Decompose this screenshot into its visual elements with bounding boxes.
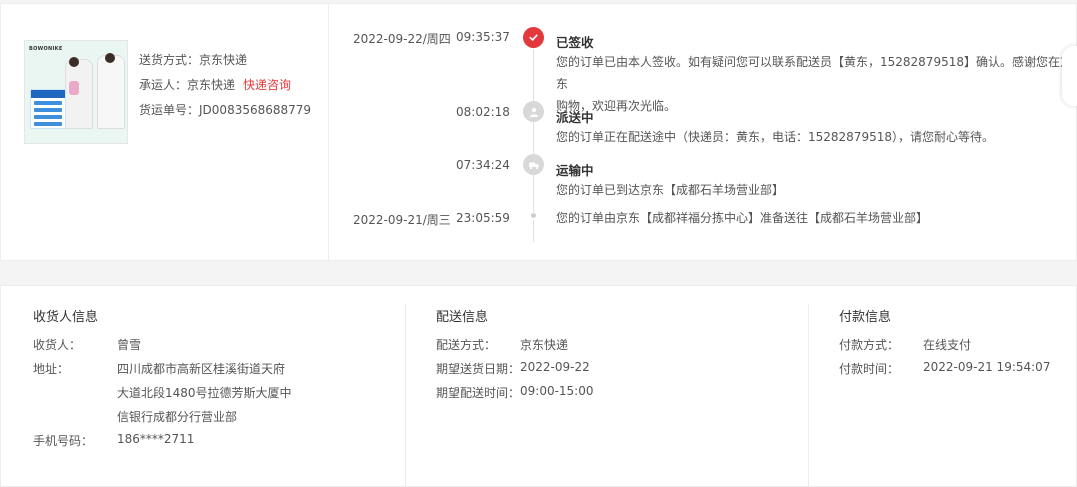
dot-icon bbox=[531, 213, 536, 218]
shipping-method-value: 京东快递 bbox=[199, 53, 248, 67]
timeline-connector bbox=[533, 122, 534, 157]
payment-time-value: 2022-09-21 19:54:07 bbox=[923, 360, 1051, 374]
payment-method-label: 付款方式： bbox=[839, 338, 900, 352]
payment-info-title: 付款信息 bbox=[839, 310, 892, 325]
check-icon bbox=[523, 27, 544, 48]
delivery-method-label: 配送方式： bbox=[436, 338, 497, 352]
timeline-date: 2022-09-21/周三 bbox=[353, 213, 451, 227]
timeline-status: 运输中 bbox=[556, 163, 594, 178]
consignee-name-value: 曾雪 bbox=[117, 338, 142, 352]
timeline-status: 派送中 bbox=[556, 110, 594, 125]
delivery-info-section: 配送信息 配送方式： 京东快递 期望送货日期： 2022-09-22 期望配送时… bbox=[406, 286, 808, 487]
timeline-description-line: 购物，欢迎再次光临。 bbox=[556, 99, 677, 113]
consignee-name-label: 收货人： bbox=[33, 338, 82, 352]
waybill-number: JD0083568688779 bbox=[199, 103, 312, 117]
carrier-label: 承运人： bbox=[139, 78, 188, 92]
expected-date-value: 2022-09-22 bbox=[520, 360, 590, 374]
timeline-description-line: 您的订单已由本人签收。如有疑问您可以联系配送员【黄东，15282879518】确… bbox=[556, 55, 1072, 91]
payment-time-label: 付款时间： bbox=[839, 362, 900, 376]
courier-consult-link[interactable]: 快递咨询 bbox=[243, 78, 291, 92]
address-line: 大道北段1480号拉德芳斯大厦中 bbox=[117, 386, 292, 400]
shipping-method-label: 送货方式： bbox=[139, 53, 200, 67]
payment-method-value: 在线支付 bbox=[923, 338, 972, 352]
timeline-status: 已签收 bbox=[556, 35, 594, 50]
consignee-info-section: 收货人信息 收货人： 曾雪 地址： 四川成都市高新区桂溪街道天府 大道北段148… bbox=[1, 286, 405, 487]
address-label: 地址： bbox=[33, 362, 70, 376]
timeline-description-line: 您的订单由京东【成都祥福分拣中心】准备送往【成都石羊场营业部】 bbox=[556, 211, 929, 225]
product-thumbnail[interactable]: BOWONIKE bbox=[24, 40, 128, 144]
expected-time-value: 09:00-15:00 bbox=[520, 384, 594, 398]
timeline-time: 08:02:18 bbox=[456, 105, 510, 119]
carrier-value: 京东快递 bbox=[187, 78, 236, 92]
address-line: 信银行成都分行营业部 bbox=[117, 410, 238, 424]
timeline-connector bbox=[533, 220, 534, 242]
delivery-method-value: 京东快递 bbox=[520, 338, 569, 352]
truck-icon bbox=[523, 154, 544, 175]
address-line: 四川成都市高新区桂溪街道天府 bbox=[117, 362, 286, 376]
shipping-method-row: 送货方式：京东快递 bbox=[139, 51, 247, 68]
timeline-description: 您的订单已由本人签收。如有疑问您可以联系配送员【黄东，15282879518】确… bbox=[556, 51, 1076, 117]
timeline-description: 您的订单已到达京东【成都石羊场营业部】 bbox=[556, 179, 1076, 201]
timeline-time: 09:35:37 bbox=[456, 30, 510, 44]
waybill-row: 货运单号：JD0083568688779 bbox=[139, 101, 311, 118]
timeline-time: 07:34:24 bbox=[456, 158, 510, 172]
delivery-info-title: 配送信息 bbox=[436, 310, 489, 325]
divider bbox=[328, 4, 329, 262]
thumbnail-brand: BOWONIKE bbox=[29, 46, 63, 52]
carrier-row: 承运人：京东快递 快递咨询 bbox=[139, 76, 291, 93]
timeline-time: 23:05:59 bbox=[456, 211, 510, 225]
timeline-description-line: 您的订单正在配送途中（快递员：黄东，电话：15282879518），请您耐心等待… bbox=[556, 130, 994, 144]
timeline-date: 2022-09-22/周四 bbox=[353, 32, 451, 46]
timeline-connector bbox=[533, 174, 534, 212]
timeline-connector bbox=[533, 49, 534, 105]
shipment-tracking-panel: BOWONIKE 送货方式：京东快递 承运人：京东快递 快递咨询 货运单号：JD0… bbox=[0, 3, 1077, 262]
payment-info-section: 付款信息 付款方式： 在线支付 付款时间： 2022-09-21 19:54:0… bbox=[809, 286, 1077, 487]
delivery-person-icon bbox=[523, 101, 544, 122]
side-float-handle[interactable] bbox=[1062, 46, 1077, 106]
phone-value: 186****2711 bbox=[117, 432, 195, 446]
thumbnail-info-card bbox=[30, 89, 66, 129]
consignee-info-title: 收货人信息 bbox=[33, 310, 99, 325]
expected-date-label: 期望送货日期： bbox=[436, 362, 521, 376]
timeline-description: 您的订单由京东【成都祥福分拣中心】准备送往【成都石羊场营业部】 bbox=[556, 207, 1076, 229]
phone-label: 手机号码： bbox=[33, 434, 94, 448]
timeline-description: 您的订单正在配送途中（快递员：黄东，电话：15282879518），请您耐心等待… bbox=[556, 126, 1076, 148]
expected-time-label: 期望配送时间： bbox=[436, 386, 521, 400]
timeline-description-line: 您的订单已到达京东【成都石羊场营业部】 bbox=[556, 183, 785, 197]
order-info-panel: 收货人信息 收货人： 曾雪 地址： 四川成都市高新区桂溪街道天府 大道北段148… bbox=[0, 285, 1077, 487]
waybill-label: 货运单号： bbox=[139, 103, 200, 117]
